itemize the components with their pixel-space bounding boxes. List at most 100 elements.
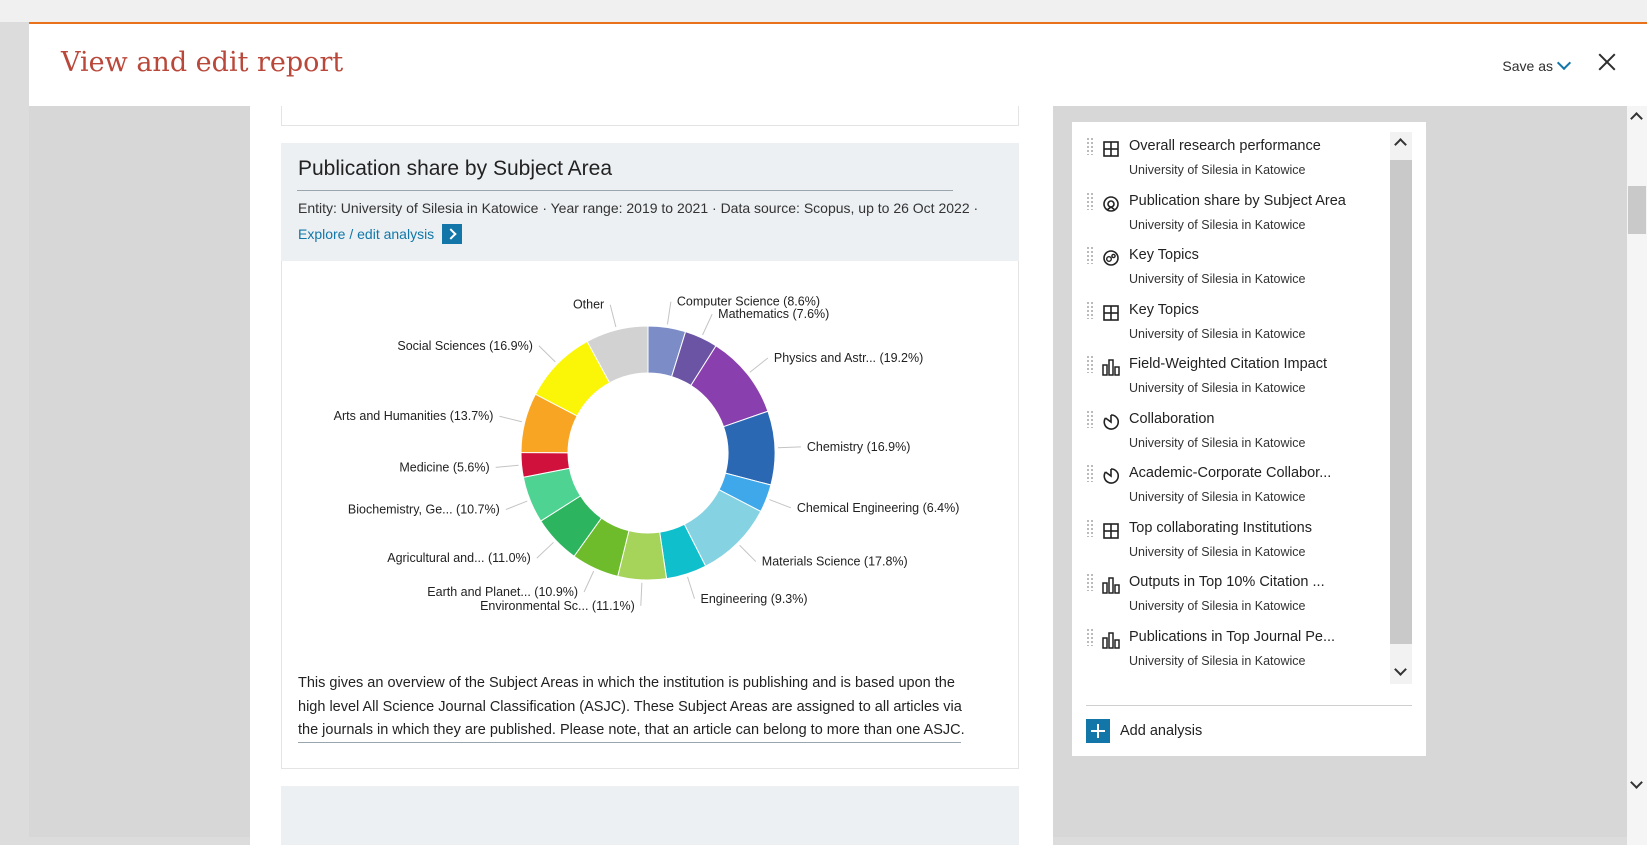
- description-text: This gives an overview of the Subject Ar…: [298, 675, 965, 738]
- analysis-list-item[interactable]: Academic-Corporate Collabor... University…: [1086, 459, 1386, 515]
- analysis-list-item[interactable]: Publication share by Subject Area Univers…: [1086, 187, 1386, 243]
- description-divider: [298, 742, 961, 743]
- analysis-list: Overall research performance University o…: [1086, 132, 1386, 691]
- chevron-right-icon[interactable]: [442, 224, 463, 244]
- analysis-item-title: Overall research performance: [1129, 138, 1321, 154]
- pie-icon: [1102, 467, 1120, 485]
- table-icon: [1102, 140, 1120, 158]
- slice-label: Environmental Sc... (11.1%): [480, 599, 635, 613]
- analysis-item-entity: University of Silesia in Katowice: [1129, 381, 1306, 395]
- slice-leader-line: [666, 301, 672, 325]
- slice-leader-line: [538, 345, 556, 363]
- slice-label: Materials Science (17.8%): [762, 555, 908, 569]
- scroll-up-icon[interactable]: [1394, 138, 1407, 151]
- drag-handle-icon[interactable]: [1086, 191, 1094, 210]
- close-icon[interactable]: [1595, 50, 1619, 74]
- analysis-item-title: Key Topics: [1129, 247, 1199, 263]
- slice-leader-line: [687, 576, 695, 599]
- drag-handle-icon[interactable]: [1086, 409, 1094, 428]
- card-title: Publication share by Subject Area: [298, 157, 613, 180]
- panel-divider: [1086, 705, 1412, 706]
- analysis-list-item[interactable]: Field-Weighted Citation Impact University…: [1086, 350, 1386, 406]
- page-scroll-thumb[interactable]: [1628, 186, 1646, 234]
- slice-label: Chemistry (16.9%): [807, 440, 911, 454]
- drag-handle-icon[interactable]: [1086, 573, 1094, 591]
- analysis-item-entity: University of Silesia in Katowice: [1129, 217, 1306, 232]
- panel-scrollbar[interactable]: [1390, 132, 1412, 684]
- pie-icon: [1102, 413, 1120, 431]
- analysis-item-title: Outputs in Top 10% Citation ...: [1129, 574, 1325, 590]
- analysis-item-entity: University of Silesia in Katowice: [1129, 326, 1306, 341]
- analysis-list-item[interactable]: Key Topics University of Silesia in Katow…: [1086, 296, 1386, 352]
- slice-leader-line: [749, 357, 769, 373]
- slice-leader-line: [739, 544, 757, 562]
- slice-leader-line: [495, 464, 519, 468]
- report-document: Publication share by Subject Area Entity…: [250, 106, 1053, 845]
- bar-chart-icon: [1102, 576, 1120, 594]
- slice-label: Arts and Humanities (13.7%): [334, 409, 494, 423]
- previous-card: [281, 106, 1019, 126]
- slice-label: Medicine (5.6%): [399, 460, 489, 474]
- card-meta: Entity: University of Silesia in Katowic…: [298, 200, 979, 216]
- slice-label: Agricultural and... (11.0%): [387, 551, 531, 565]
- drag-handle-icon[interactable]: [1086, 137, 1094, 155]
- top-nav-bar: [0, 0, 1647, 22]
- drag-handle-icon[interactable]: [1086, 246, 1094, 264]
- slice-label: Mathematics (7.6%): [718, 307, 829, 321]
- add-analysis-button[interactable]: Add analysis: [1086, 719, 1202, 743]
- slice-leader-line: [536, 541, 554, 559]
- drag-handle-icon[interactable]: [1086, 300, 1094, 319]
- analysis-item-entity: University of Silesia in Katowice: [1129, 490, 1306, 504]
- drag-handle-icon[interactable]: [1086, 627, 1094, 646]
- analysis-item-title: Top collaborating Institutions: [1129, 519, 1312, 536]
- chevron-down-icon: [1556, 55, 1572, 71]
- analysis-list-item[interactable]: Collaboration University of Silesia in Ka…: [1086, 405, 1386, 461]
- slice-label: Chemical Engineering (6.4%): [797, 501, 960, 515]
- slice-leader-line: [499, 415, 522, 423]
- analysis-item-title: Field-Weighted Citation Impact: [1129, 356, 1327, 372]
- explore-edit-link[interactable]: Explore / edit analysis: [298, 224, 463, 244]
- analysis-list-item[interactable]: Publications in Top Journal Pe... Univers…: [1086, 623, 1386, 679]
- drag-handle-icon[interactable]: [1086, 355, 1094, 373]
- slice-leader-line: [505, 500, 528, 511]
- bar-chart-icon: [1102, 631, 1120, 649]
- slice-label: Engineering (9.3%): [701, 592, 808, 606]
- slice-label: Social Sciences (16.9%): [397, 339, 532, 353]
- donut-chart: Computer Science (8.6%)Mathematics (7.6%…: [334, 295, 960, 613]
- slice-leader-line: [777, 446, 801, 449]
- modal-title: View and edit report: [61, 47, 344, 78]
- bubble-icon: [1102, 249, 1120, 267]
- plus-icon: [1086, 719, 1110, 743]
- analysis-item-title: Publications in Top Journal Pe...: [1129, 628, 1336, 645]
- analysis-item-entity: University of Silesia in Katowice: [1129, 272, 1306, 286]
- analysis-list-item[interactable]: Overall research performance University o…: [1086, 132, 1386, 188]
- add-analysis-label: Add analysis: [1120, 723, 1203, 739]
- drag-handle-icon[interactable]: [1086, 518, 1094, 537]
- save-as-button[interactable]: Save as: [1502, 55, 1572, 74]
- analysis-list-item[interactable]: Outputs in Top 10% Citation ... Universit…: [1086, 568, 1386, 624]
- analysis-item-title: Publication share by Subject Area: [1129, 192, 1346, 209]
- panel-scroll-thumb[interactable]: [1390, 160, 1412, 644]
- page-scroll-down-icon[interactable]: [1630, 776, 1643, 789]
- page-scroll-up-icon[interactable]: [1630, 112, 1643, 125]
- slice-label: Biochemistry, Ge... (10.7%): [348, 503, 500, 517]
- slice-leader-line: [609, 304, 617, 328]
- bar-chart-icon: [1102, 358, 1120, 376]
- analysis-item-entity: University of Silesia in Katowice: [1129, 653, 1306, 668]
- analysis-list-item[interactable]: Top collaborating Institutions University…: [1086, 514, 1386, 570]
- slice-label: Other: [573, 298, 604, 312]
- table-icon: [1102, 304, 1120, 322]
- save-as-label: Save as: [1502, 58, 1553, 74]
- next-card: [281, 786, 1019, 845]
- drag-handle-icon[interactable]: [1086, 464, 1094, 482]
- title-divider: [297, 190, 953, 191]
- scroll-down-icon[interactable]: [1394, 663, 1407, 676]
- donut-icon: [1102, 195, 1120, 213]
- analysis-item-entity: University of Silesia in Katowice: [1129, 435, 1306, 450]
- slice-leader-line: [702, 313, 713, 336]
- analysis-item-entity: University of Silesia in Katowice: [1129, 163, 1306, 177]
- analysis-list-item[interactable]: Key Topics University of Silesia in Katow…: [1086, 241, 1386, 297]
- page-scrollbar[interactable]: [1627, 106, 1647, 845]
- analysis-panel: Overall research performance University o…: [1072, 122, 1426, 756]
- analysis-item-entity: University of Silesia in Katowice: [1129, 544, 1306, 559]
